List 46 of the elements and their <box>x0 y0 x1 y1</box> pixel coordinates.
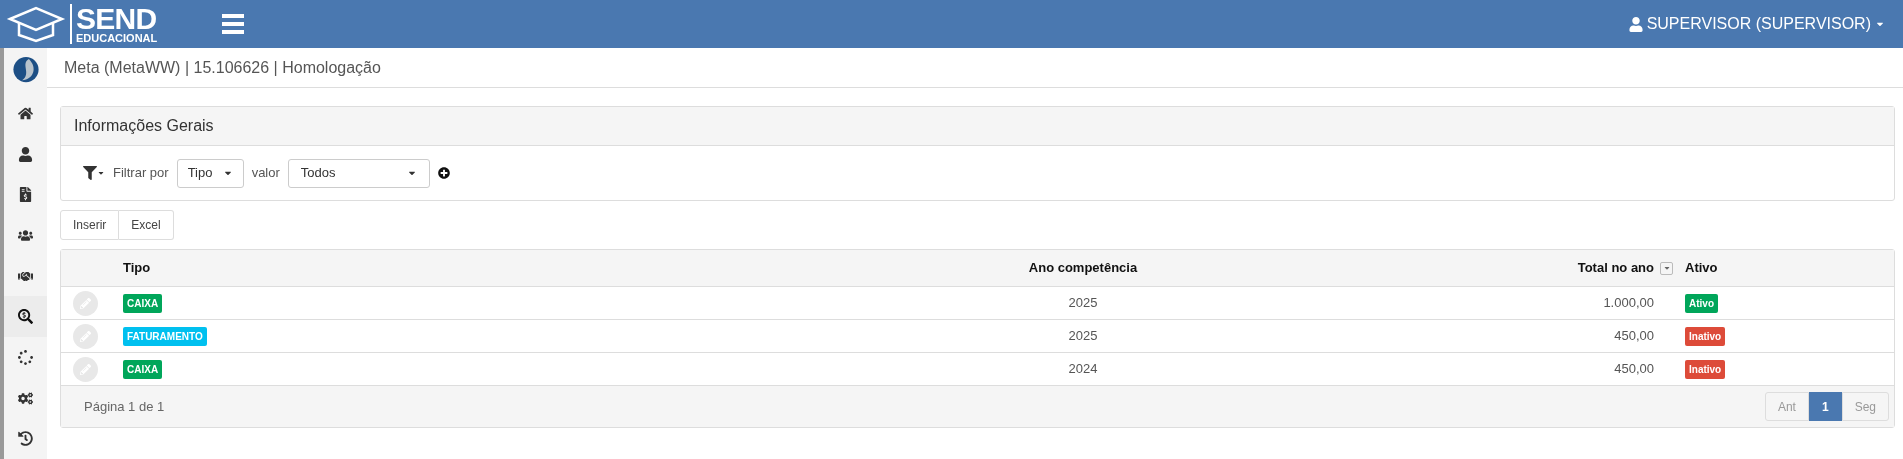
user-icon <box>1628 16 1643 32</box>
search-icon <box>18 309 33 325</box>
history-icon <box>18 431 33 447</box>
column-header: Total no ano <box>1577 259 1654 278</box>
status-badge: Ativo <box>1685 293 1718 313</box>
menu-icon[interactable] <box>222 14 245 34</box>
logo-title: SEND <box>76 4 158 33</box>
column-header: Ativo <box>1685 259 1718 278</box>
breadcrumb: Meta (MetaWW) | 15.106626 | Homologação <box>64 57 381 78</box>
value-label: valor <box>251 164 280 183</box>
spinner-icon <box>18 349 33 365</box>
filter-label: Filtrar por <box>113 164 169 183</box>
page-info: Página 1 de 1 <box>84 397 165 416</box>
column-header: Ano competência <box>1027 259 1139 278</box>
logo-subtitle: EDUCACIONAL <box>76 32 158 44</box>
caret-icon <box>1662 264 1671 272</box>
table-cell: 450,00 <box>1614 328 1654 344</box>
document-icon <box>18 187 33 203</box>
user-menu[interactable]: SUPERVISOR (SUPERVISOR) <box>1628 12 1885 36</box>
type-badge: CAIXA <box>123 294 163 313</box>
table-cell-text: 2024 <box>1067 360 1099 379</box>
value-field[interactable]: Todos <box>287 158 430 188</box>
table-cell-text: 2025 <box>1067 327 1099 346</box>
table-cell: 450,00 <box>1614 361 1654 377</box>
user-icon <box>18 146 33 162</box>
filter-icon[interactable] <box>83 166 105 180</box>
panel-title: Informações Gerais <box>74 116 214 136</box>
sidebar-item[interactable] <box>4 296 47 338</box>
table-cell: 1.000,00 <box>1603 295 1654 311</box>
logo-icon <box>6 5 66 43</box>
add-icon[interactable] <box>437 167 450 179</box>
page-button[interactable]: 1 <box>1808 392 1842 421</box>
home-icon <box>18 105 33 121</box>
status-badge: Inativo <box>1685 326 1726 346</box>
column-header: Tipo <box>123 259 152 278</box>
status-badge: Inativo <box>1685 359 1726 379</box>
type-badge: FATURAMENTO <box>123 327 207 346</box>
sort-button[interactable] <box>1660 261 1673 275</box>
gears-icon <box>18 390 33 406</box>
users-icon <box>18 227 33 243</box>
action-button[interactable]: Inserir <box>60 210 120 240</box>
filter-field[interactable]: Tipo <box>176 158 244 188</box>
table-cell-text: 2025 <box>1067 294 1099 313</box>
action-button[interactable]: Excel <box>119 210 174 240</box>
type-badge: CAIXA <box>123 360 163 379</box>
app-logo-icon <box>11 56 40 84</box>
